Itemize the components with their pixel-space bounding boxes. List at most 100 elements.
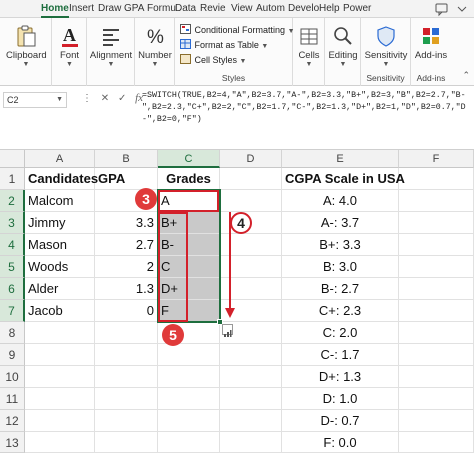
tab-automate[interactable]: Autom: [253, 1, 288, 18]
column-header-b[interactable]: B: [95, 150, 158, 168]
empty-cell[interactable]: [95, 344, 158, 366]
empty-cell[interactable]: [25, 388, 95, 410]
empty-cell[interactable]: [95, 366, 158, 388]
scale-entry[interactable]: D+: 1.3: [282, 366, 399, 388]
header-grades[interactable]: Grades: [158, 168, 220, 190]
empty-cell[interactable]: [399, 234, 474, 256]
empty-cell[interactable]: [399, 300, 474, 322]
empty-cell[interactable]: [399, 190, 474, 212]
cell-f1[interactable]: [399, 168, 474, 190]
tab-insert[interactable]: Insert: [66, 1, 97, 18]
formula-input[interactable]: =SWITCH(TRUE,B2=4,"A",B2=3.7,"A-",B2=3.3…: [142, 90, 470, 126]
empty-cell[interactable]: [399, 322, 474, 344]
number-button[interactable]: % Number ▼: [137, 24, 173, 68]
student-gpa[interactable]: 1.3: [95, 278, 158, 300]
tab-view[interactable]: View: [228, 1, 256, 18]
scale-entry[interactable]: B-: 2.7: [282, 278, 399, 300]
empty-cell[interactable]: [399, 278, 474, 300]
empty-cell[interactable]: [25, 366, 95, 388]
header-cgpa-scale[interactable]: CGPA Scale in USA: [282, 168, 405, 190]
empty-cell[interactable]: [158, 344, 220, 366]
empty-cell[interactable]: [25, 432, 95, 453]
empty-cell[interactable]: [399, 388, 474, 410]
empty-cell[interactable]: [399, 256, 474, 278]
empty-cell[interactable]: [399, 432, 474, 453]
header-candidates[interactable]: Candidates: [25, 168, 98, 190]
scale-entry[interactable]: C+: 2.3: [282, 300, 399, 322]
tab-data[interactable]: Data: [172, 1, 199, 18]
empty-cell[interactable]: [25, 410, 95, 432]
empty-cell[interactable]: [25, 322, 95, 344]
row-header-10[interactable]: 10: [0, 366, 25, 388]
scale-entry[interactable]: C: 2.0: [282, 322, 399, 344]
empty-cell[interactable]: [158, 410, 220, 432]
row-header-5[interactable]: 5: [0, 256, 25, 278]
scale-entry[interactable]: C-: 1.7: [282, 344, 399, 366]
scale-entry[interactable]: B+: 3.3: [282, 234, 399, 256]
student-name[interactable]: Jacob: [25, 300, 95, 322]
empty-cell[interactable]: [220, 410, 282, 432]
cell-styles-button[interactable]: Cell Styles ▼: [180, 54, 246, 68]
empty-cell[interactable]: [220, 344, 282, 366]
row-header-2[interactable]: 2: [0, 190, 25, 212]
editing-button[interactable]: Editing ▼: [327, 24, 359, 68]
student-name[interactable]: Woods: [25, 256, 95, 278]
scale-entry[interactable]: F: 0.0: [282, 432, 399, 453]
empty-cell[interactable]: [158, 432, 220, 453]
empty-cell[interactable]: [399, 212, 474, 234]
empty-cell[interactable]: [399, 344, 474, 366]
select-all-corner[interactable]: [0, 150, 25, 168]
alignment-button[interactable]: Alignment ▼: [89, 24, 133, 68]
student-gpa[interactable]: 2.7: [95, 234, 158, 256]
chevron-down-icon[interactable]: ▼: [56, 93, 63, 107]
addins-button[interactable]: Add-ins: [413, 24, 449, 61]
row-header-9[interactable]: 9: [0, 344, 25, 366]
enter-icon[interactable]: ✓: [118, 93, 126, 104]
font-button[interactable]: A Font ▼: [54, 24, 85, 68]
empty-cell[interactable]: [95, 388, 158, 410]
scale-entry[interactable]: A: 4.0: [282, 190, 399, 212]
tab-help[interactable]: Help: [316, 1, 343, 18]
column-header-d[interactable]: D: [220, 150, 282, 168]
student-name[interactable]: Mason: [25, 234, 95, 256]
cancel-icon[interactable]: ✕: [101, 93, 109, 104]
empty-cell[interactable]: [158, 388, 220, 410]
sensitivity-button[interactable]: Sensitivity ▼: [363, 24, 409, 68]
student-gpa[interactable]: 2: [95, 256, 158, 278]
name-box[interactable]: C2 ▼: [3, 92, 67, 108]
column-header-f[interactable]: F: [399, 150, 474, 168]
row-header-7[interactable]: 7: [0, 300, 25, 322]
scale-entry[interactable]: B: 3.0: [282, 256, 399, 278]
row-header-11[interactable]: 11: [0, 388, 25, 410]
empty-cell[interactable]: [95, 432, 158, 453]
header-gpa[interactable]: GPA: [95, 168, 158, 190]
conditional-formatting-button[interactable]: Conditional Formatting ▼: [180, 24, 295, 38]
column-header-c[interactable]: C: [158, 150, 220, 168]
row-header-8[interactable]: 8: [0, 322, 25, 344]
format-as-table-button[interactable]: Format as Table ▼: [180, 39, 268, 53]
row-header-13[interactable]: 13: [0, 432, 25, 453]
collapse-ribbon-icon[interactable]: ⌃: [462, 70, 470, 81]
tab-power[interactable]: Power: [340, 1, 374, 18]
empty-cell[interactable]: [95, 322, 158, 344]
student-name[interactable]: Alder: [25, 278, 95, 300]
empty-cell[interactable]: [158, 366, 220, 388]
row-header-1[interactable]: 1: [0, 168, 25, 190]
cell-d1[interactable]: [220, 168, 282, 190]
cells-button[interactable]: Cells ▼: [295, 24, 323, 68]
student-name[interactable]: Jimmy: [25, 212, 95, 234]
scale-entry[interactable]: D: 1.0: [282, 388, 399, 410]
empty-cell[interactable]: [399, 366, 474, 388]
scale-entry[interactable]: A-: 3.7: [282, 212, 399, 234]
student-gpa[interactable]: 3.3: [95, 212, 158, 234]
empty-cell[interactable]: [399, 410, 474, 432]
student-name[interactable]: Malcom: [25, 190, 95, 212]
empty-cell[interactable]: [95, 410, 158, 432]
column-header-a[interactable]: A: [25, 150, 95, 168]
tab-draw[interactable]: Draw: [95, 1, 124, 18]
row-header-6[interactable]: 6: [0, 278, 25, 300]
empty-cell[interactable]: [220, 366, 282, 388]
empty-cell[interactable]: [220, 432, 282, 453]
column-header-e[interactable]: E: [282, 150, 399, 168]
clipboard-button[interactable]: Clipboard ▼: [6, 24, 47, 68]
